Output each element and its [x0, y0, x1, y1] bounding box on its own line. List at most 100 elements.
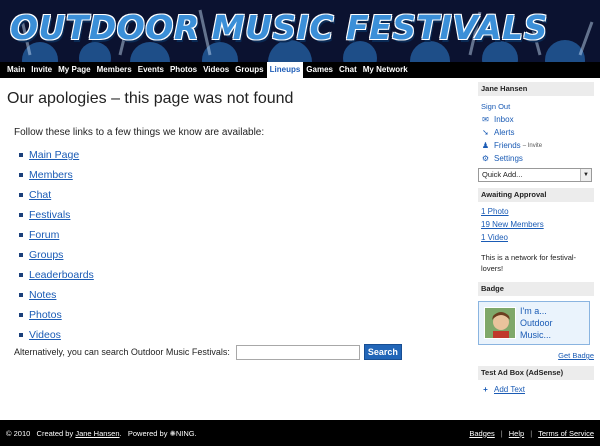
powered-by-text: . Powered by: [119, 428, 168, 438]
nav-item-chat[interactable]: Chat: [336, 62, 360, 78]
nav-item-lineups[interactable]: Lineups: [266, 62, 304, 78]
list-item: Main Page: [19, 145, 94, 165]
nav-item-main[interactable]: Main: [4, 62, 28, 78]
badges-link[interactable]: Badges: [469, 429, 494, 438]
terms-link[interactable]: Terms of Service: [538, 429, 594, 438]
ning-logo[interactable]: ✺NING.: [170, 429, 197, 438]
nav-item-my-page[interactable]: My Page: [55, 62, 93, 78]
link-videos[interactable]: Videos: [29, 329, 61, 341]
help-link[interactable]: Help: [509, 429, 524, 438]
list-item: Festivals: [19, 205, 94, 225]
list-item: Forum: [19, 225, 94, 245]
nav-item-games[interactable]: Games: [303, 62, 336, 78]
site-title[interactable]: OUTDOOR MUSIC FESTIVALS: [10, 8, 548, 47]
person-icon: ♟: [481, 141, 490, 150]
available-links-list: Main Page Members Chat Festivals Forum G…: [19, 145, 94, 345]
link-groups[interactable]: Groups: [29, 249, 63, 261]
alert-icon: ➘: [482, 128, 489, 137]
friends-link[interactable]: ♟ Friends – Invite: [478, 139, 594, 152]
link-leaderboards[interactable]: Leaderboards: [29, 269, 94, 281]
sidebar: Jane Hansen Sign Out ✉ Inbox ➘ Alerts ♟ Fri…: [478, 82, 594, 412]
list-item: Notes: [19, 285, 94, 305]
main-content: Our apologies – this page was not found …: [0, 78, 470, 416]
awaiting-members-link[interactable]: 19 New Members: [478, 218, 594, 231]
settings-label: Settings: [494, 154, 523, 163]
avatar-photo-image: [485, 308, 515, 338]
site-header: OUTDOOR MUSIC FESTIVALS: [0, 0, 600, 62]
ad-box-heading: Test Ad Box (AdSense): [478, 366, 594, 380]
search-label: Alternatively, you can search Outdoor Mu…: [14, 347, 230, 357]
alerts-link[interactable]: ➘ Alerts: [478, 126, 594, 139]
awaiting-photo-link[interactable]: 1 Photo: [478, 205, 594, 218]
search-row: Alternatively, you can search Outdoor Mu…: [14, 344, 402, 360]
link-notes[interactable]: Notes: [29, 289, 56, 301]
creator-link[interactable]: Jane Hansen: [75, 429, 119, 438]
link-forum[interactable]: Forum: [29, 229, 59, 241]
nav-item-invite[interactable]: Invite: [28, 62, 55, 78]
badge-line: Music...: [520, 330, 552, 340]
quick-add-value: Quick Add...: [482, 170, 523, 179]
nav-item-groups[interactable]: Groups: [232, 62, 266, 78]
badge-heading: Badge: [478, 282, 594, 296]
link-photos[interactable]: Photos: [29, 309, 62, 321]
link-main-page[interactable]: Main Page: [29, 149, 79, 161]
bullet-icon: [19, 253, 23, 257]
plus-icon: +: [483, 385, 488, 394]
network-description: This is a network for festival-lovers!: [481, 253, 577, 273]
user-name-heading: Jane Hansen: [478, 82, 594, 96]
main-nav: Main Invite My Page Members Events Photo…: [0, 62, 600, 78]
divider: |: [530, 428, 533, 438]
envelope-icon: ✉: [482, 115, 489, 124]
page-title: Our apologies – this page was not found: [7, 90, 294, 107]
list-item: Leaderboards: [19, 265, 94, 285]
bullet-icon: [19, 213, 23, 217]
bullet-icon: [19, 273, 23, 277]
awaiting-video-link[interactable]: 1 Video: [478, 231, 594, 244]
chevron-down-icon: ▼: [580, 169, 591, 181]
search-button[interactable]: Search: [363, 344, 402, 360]
bullet-icon: [19, 193, 23, 197]
intro-text: Follow these links to a few things we kn…: [14, 127, 265, 138]
add-text-label: Add Text: [494, 385, 525, 394]
awaiting-approval-heading: Awaiting Approval: [478, 188, 594, 202]
badge-line: Outdoor: [520, 318, 553, 328]
list-item: Members: [19, 165, 94, 185]
list-item: Photos: [19, 305, 94, 325]
link-chat[interactable]: Chat: [29, 189, 51, 201]
copyright-text: © 2010 Created by: [6, 428, 74, 438]
inbox-link[interactable]: ✉ Inbox: [478, 113, 594, 126]
badge-line: I'm a...: [520, 306, 547, 316]
sign-out-label: Sign Out: [481, 102, 511, 111]
avatar: [484, 307, 516, 339]
bullet-icon: [19, 333, 23, 337]
get-badge-link[interactable]: Get Badge: [478, 351, 594, 360]
list-item: Groups: [19, 245, 94, 265]
nav-item-events[interactable]: Events: [135, 62, 167, 78]
ning-logo-text: NING.: [175, 428, 197, 438]
friends-invite-link[interactable]: – Invite: [523, 143, 542, 149]
nav-item-photos[interactable]: Photos: [167, 62, 200, 78]
bullet-icon: [19, 153, 23, 157]
quick-add-select[interactable]: Quick Add... ▼: [478, 168, 592, 182]
sign-out-link[interactable]: Sign Out: [478, 100, 594, 113]
site-footer: © 2010 Created by Jane Hansen . Powered …: [0, 420, 600, 446]
bullet-icon: [19, 293, 23, 297]
divider: |: [500, 428, 503, 438]
nav-item-members[interactable]: Members: [94, 62, 135, 78]
link-members[interactable]: Members: [29, 169, 73, 181]
list-item: Chat: [19, 185, 94, 205]
nav-item-my-network[interactable]: My Network: [360, 62, 411, 78]
link-festivals[interactable]: Festivals: [29, 209, 70, 221]
network-badge[interactable]: I'm a... Outdoor Music...: [478, 301, 590, 345]
nav-item-videos[interactable]: Videos: [200, 62, 232, 78]
search-input[interactable]: [235, 344, 360, 360]
bullet-icon: [19, 173, 23, 177]
inbox-label: Inbox: [494, 115, 514, 124]
alerts-label: Alerts: [494, 128, 515, 137]
friends-label: Friends: [494, 141, 521, 150]
footer-links: Badges | Help | Terms of Service: [469, 429, 594, 438]
gear-icon: ⚙: [481, 154, 490, 163]
add-text-link[interactable]: + Add Text: [478, 383, 594, 396]
settings-link[interactable]: ⚙ Settings: [478, 152, 594, 165]
bullet-icon: [19, 313, 23, 317]
